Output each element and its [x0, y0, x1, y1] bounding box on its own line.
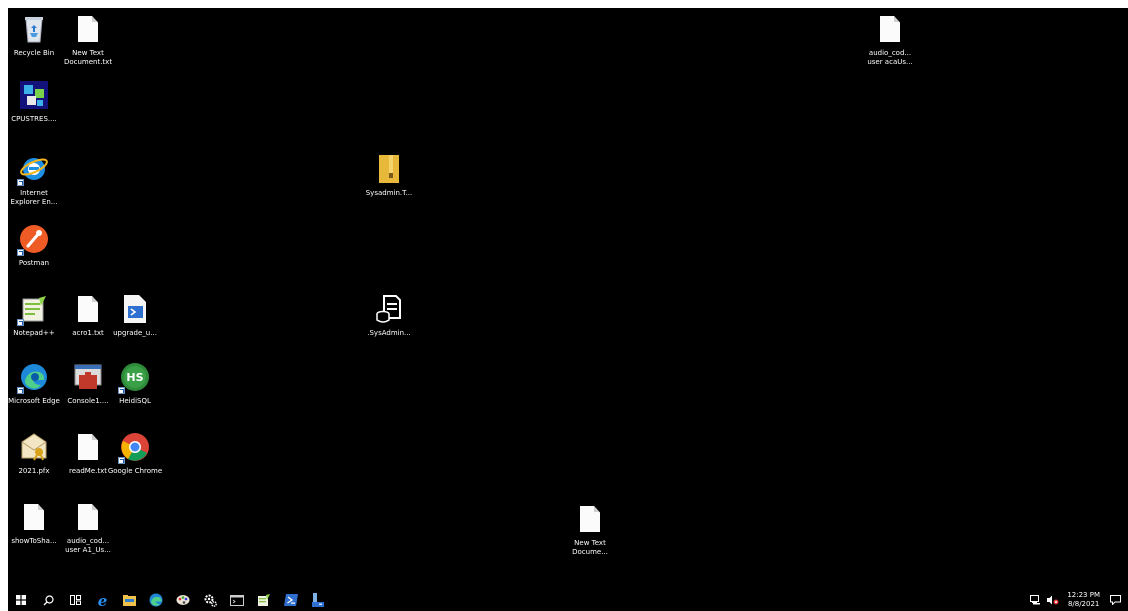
audio-cod-file-bottom[interactable]: audio_cod... user A1_Us... — [62, 500, 114, 555]
internet-explorer-icon: e — [97, 593, 107, 608]
powershell-icon — [284, 594, 298, 606]
certificate-icon — [17, 430, 51, 464]
showtosha-label: showToSha... — [11, 537, 57, 545]
svg-text:e: e — [97, 593, 107, 608]
gear-icon — [204, 594, 217, 607]
clock-time: 12:23 PM — [1067, 591, 1100, 599]
start-button[interactable] — [9, 589, 33, 611]
taskbar-powershell[interactable] — [279, 589, 303, 611]
taskbar-notepadpp[interactable] — [252, 589, 276, 611]
taskbar-microsoft-edge[interactable] — [144, 589, 168, 611]
sysadmin-database-file[interactable]: .SysAdmin... — [363, 292, 415, 338]
shortcut-arrow-icon — [17, 179, 24, 186]
svg-text:HS: HS — [126, 371, 143, 384]
pfx-2021-label: 2021.pfx — [18, 467, 50, 475]
notepadpp-icon — [17, 292, 51, 326]
showtosha-file[interactable]: showToSha... — [8, 500, 60, 546]
paint-icon — [176, 595, 190, 605]
heidisql-shortcut[interactable]: HS HeidiSQL — [109, 360, 161, 406]
cpustres-label: CPUSTRES.... — [11, 115, 57, 123]
microsoft-edge-label: Microsoft Edge — [8, 397, 60, 405]
postman-icon — [17, 222, 51, 256]
search-icon — [43, 594, 54, 605]
task-view-button[interactable] — [63, 589, 87, 611]
recycle-bin-shortcut[interactable]: Recycle Bin — [8, 12, 60, 58]
microsoft-edge-icon — [149, 593, 163, 607]
postman-label: Postman — [18, 259, 50, 267]
clock[interactable]: 12:23 PM 8/8/2021 — [1067, 591, 1100, 609]
folder-icon — [122, 594, 136, 606]
audio-cod-bottom-label: audio_cod... user A1_Us... — [65, 537, 111, 554]
command-prompt-icon — [230, 594, 244, 606]
internet-explorer-label: Internet Explorer En... — [10, 189, 58, 206]
text-file-icon — [873, 12, 907, 46]
text-file-icon — [17, 500, 51, 534]
volume-muted-icon[interactable] — [1047, 595, 1059, 605]
google-chrome-shortcut[interactable]: Google Chrome — [107, 430, 163, 476]
shortcut-arrow-icon — [17, 387, 24, 394]
internet-explorer-shortcut[interactable]: Internet Explorer En... — [8, 152, 60, 207]
desktop: Recycle Bin New Text Document.txt audio_… — [8, 8, 1128, 611]
windows-logo-icon — [16, 595, 26, 605]
text-file-icon — [71, 430, 105, 464]
microsoft-edge-shortcut[interactable]: Microsoft Edge — [8, 360, 60, 406]
upgrade-u-label: upgrade_u... — [113, 329, 157, 337]
taskbar-internet-explorer[interactable]: e — [90, 589, 114, 611]
sysadmin-archive-file[interactable]: Sysadmin.T... — [363, 152, 415, 198]
task-view-icon — [69, 595, 81, 605]
heidisql-icon: HS — [118, 360, 152, 394]
text-file-icon — [71, 12, 105, 46]
notepadpp-shortcut[interactable]: Notepad++ — [8, 292, 60, 338]
new-text-document-file[interactable]: New Text Document.txt — [62, 12, 114, 67]
network-icon[interactable] — [1030, 595, 1041, 605]
audio-cod-file-top[interactable]: audio_cod... user acaUs... — [864, 12, 916, 67]
taskbar-command-prompt[interactable] — [225, 589, 249, 611]
taskbar-file-explorer[interactable] — [117, 589, 141, 611]
upgrade-script-file[interactable]: upgrade_u... — [109, 292, 161, 338]
shortcut-arrow-icon — [118, 457, 125, 464]
internet-explorer-icon — [17, 152, 51, 186]
new-text-document-label: New Text Document.txt — [63, 49, 113, 66]
shortcut-arrow-icon — [17, 249, 24, 256]
taskbar: e 12:23 PM 8/8/2021 — [8, 589, 1128, 611]
sysadmin-db-label: .SysAdmin... — [367, 329, 411, 337]
clock-date: 8/8/2021 — [1067, 600, 1100, 608]
pfx-certificate-file[interactable]: 2021.pfx — [8, 430, 60, 476]
sysadmin-t-label: Sysadmin.T... — [365, 189, 413, 197]
mmc-console-icon — [71, 360, 105, 394]
shortcut-arrow-icon — [17, 319, 24, 326]
recycle-bin-label: Recycle Bin — [13, 49, 55, 57]
powershell-script-icon — [118, 292, 152, 326]
notepadpp-icon — [258, 594, 270, 606]
search-button[interactable] — [36, 589, 60, 611]
notepadpp-label: Notepad++ — [13, 329, 55, 337]
cpustres-icon — [17, 78, 51, 112]
taskbar-paint[interactable] — [171, 589, 195, 611]
server-manager-icon — [312, 593, 324, 607]
taskbar-settings[interactable] — [198, 589, 222, 611]
microsoft-edge-icon — [17, 360, 51, 394]
recycle-bin-icon — [17, 12, 51, 46]
shortcut-arrow-icon — [118, 387, 125, 394]
new-text-docume-file[interactable]: New Text Docume... — [564, 502, 616, 557]
zip-folder-icon — [372, 152, 406, 186]
text-file-icon — [71, 292, 105, 326]
taskbar-server-manager[interactable] — [306, 589, 330, 611]
audio-cod-top-label: audio_cod... user acaUs... — [867, 49, 913, 66]
postman-shortcut[interactable]: Postman — [8, 222, 60, 268]
database-file-icon — [372, 292, 406, 326]
google-chrome-label: Google Chrome — [107, 467, 163, 475]
text-file-icon — [71, 500, 105, 534]
notification-icon[interactable] — [1110, 595, 1121, 605]
text-file-icon — [573, 502, 607, 536]
system-tray: 12:23 PM 8/8/2021 — [1030, 589, 1128, 611]
new-text-docume-label: New Text Docume... — [572, 539, 608, 556]
heidisql-label: HeidiSQL — [119, 397, 151, 405]
cpustres-shortcut[interactable]: CPUSTRES.... — [8, 78, 60, 124]
google-chrome-icon — [118, 430, 152, 464]
